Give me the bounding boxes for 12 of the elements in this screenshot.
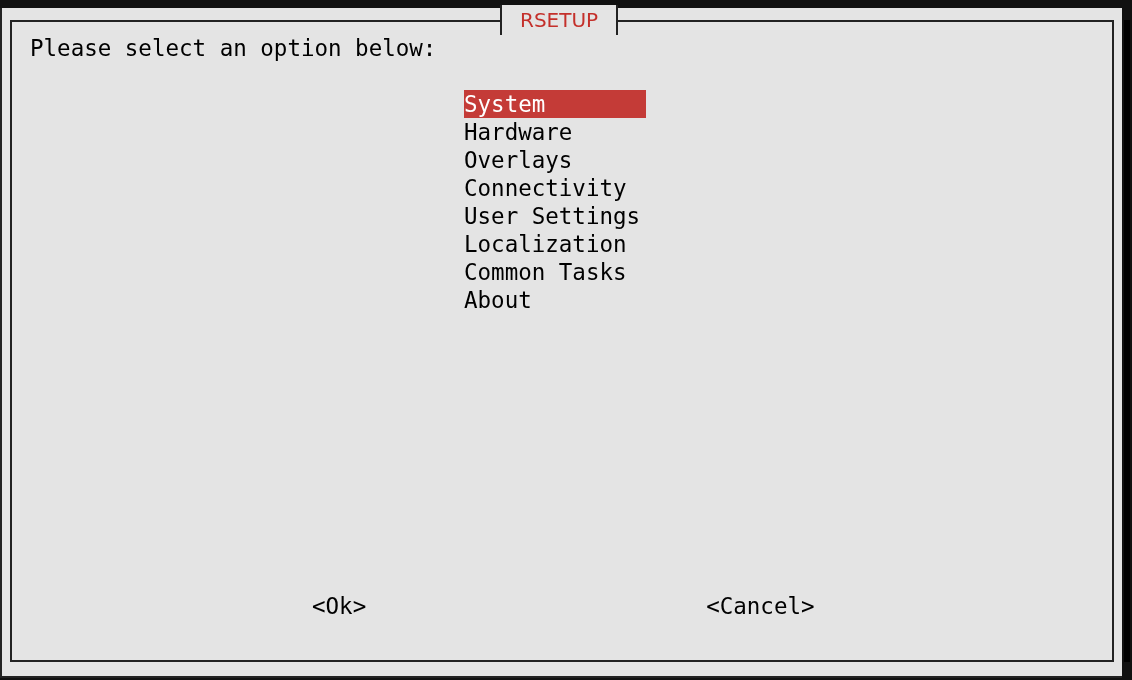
dialog-button[interactable]: <Cancel> [706,592,815,620]
dialog-title: RSETUP [500,5,619,35]
menu-item[interactable]: About [464,286,646,314]
menu-item[interactable]: Overlays [464,146,646,174]
menu-item[interactable]: Connectivity [464,174,646,202]
menu-item[interactable]: Common Tasks [464,258,646,286]
menu-item[interactable]: Localization [464,230,646,258]
menu-item[interactable]: System [464,90,646,118]
dialog-button[interactable]: <Ok> [312,592,367,620]
menu-item[interactable]: User Settings [464,202,646,230]
prompt-text: Please select an option below: [30,34,438,62]
menu-item[interactable]: Hardware [464,118,646,146]
